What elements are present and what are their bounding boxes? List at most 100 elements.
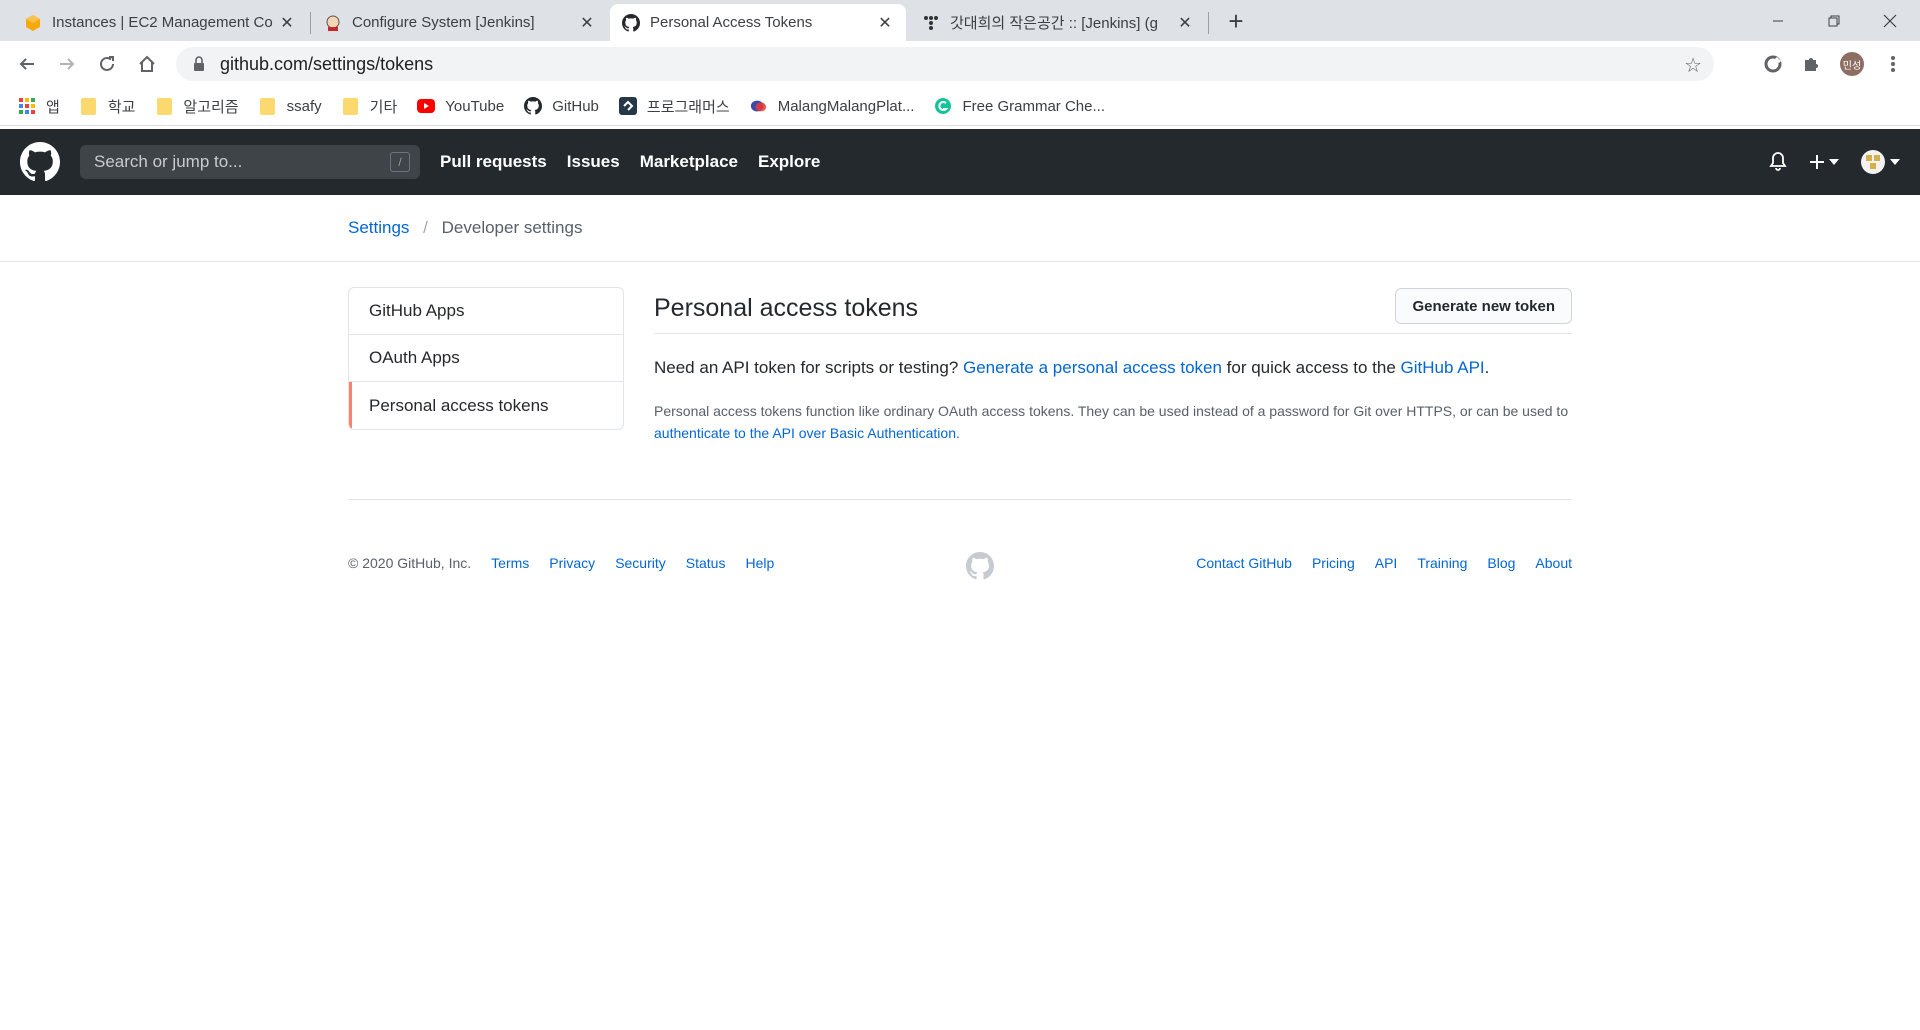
bookmark-malang[interactable]: MalangMalangPlat... — [750, 97, 914, 115]
bookmark-folder[interactable]: 기타 — [342, 96, 397, 117]
tab-title: Instances | EC2 Management Co — [52, 14, 273, 31]
bookmark-label: 프로그래머스 — [646, 98, 730, 116]
bookmark-github[interactable]: GitHub — [524, 97, 599, 115]
footer-link-help[interactable]: Help — [745, 555, 774, 571]
forward-icon[interactable] — [52, 49, 82, 79]
search-input[interactable]: Search or jump to... / — [80, 145, 420, 179]
browser-tab[interactable]: 갓대희의 작은공간 :: [Jenkins] (g ✕ — [910, 4, 1206, 41]
footer-link-api[interactable]: API — [1375, 555, 1398, 571]
restore-icon[interactable] — [1806, 0, 1862, 41]
menu-item-github-apps[interactable]: GitHub Apps — [349, 288, 623, 335]
bookmark-folder[interactable]: ssafy — [259, 97, 322, 115]
note-text: Personal access tokens function like ord… — [654, 403, 1569, 419]
minimize-icon[interactable] — [1750, 0, 1806, 41]
bookmark-star-icon[interactable]: ☆ — [1684, 53, 1702, 78]
github-api-link[interactable]: GitHub API — [1401, 358, 1485, 377]
menu-dots-icon[interactable] — [1880, 51, 1906, 77]
tab-title: Configure System [Jenkins] — [352, 14, 535, 31]
search-placeholder: Search or jump to... — [94, 152, 243, 171]
intro-text: . — [1484, 358, 1490, 377]
browser-tab-active[interactable]: Personal Access Tokens ✕ — [610, 4, 906, 41]
profile-avatar[interactable]: 민성 — [1840, 52, 1864, 76]
footer-link-training[interactable]: Training — [1417, 555, 1467, 571]
footer-link-terms[interactable]: Terms — [491, 555, 529, 571]
github-header: Search or jump to... / Pull requests Iss… — [0, 129, 1920, 195]
nav-pull-requests[interactable]: Pull requests — [440, 152, 547, 172]
tokens-note: Personal access tokens function like ord… — [654, 400, 1572, 444]
puzzle-icon[interactable] — [1798, 51, 1824, 77]
bookmark-youtube[interactable]: YouTube — [417, 97, 504, 115]
footer-left: © 2020 GitHub, Inc. Terms Privacy Securi… — [348, 555, 774, 571]
home-icon[interactable] — [132, 49, 162, 79]
github-mark-icon[interactable] — [966, 552, 994, 580]
back-icon[interactable] — [12, 49, 42, 79]
github-icon — [622, 13, 640, 32]
close-icon[interactable]: ✕ — [578, 14, 596, 32]
footer-link-privacy[interactable]: Privacy — [549, 555, 595, 571]
url-text[interactable]: github.com/settings/tokens — [220, 54, 433, 75]
breadcrumb-bar: Settings / Developer settings — [0, 195, 1920, 262]
chevron-down-icon — [1890, 159, 1900, 165]
footer-link-security[interactable]: Security — [615, 555, 666, 571]
basic-auth-link[interactable]: authenticate to the API over Basic Authe… — [654, 425, 956, 441]
bookmark-label: ssafy — [286, 97, 322, 115]
new-tab-button[interactable]: + — [1222, 8, 1250, 36]
page-title: Personal access tokens — [654, 294, 919, 322]
folder-icon — [155, 97, 173, 115]
bookmark-programmers[interactable]: 프로그래머스 — [618, 96, 730, 117]
footer-link-blog[interactable]: Blog — [1487, 555, 1515, 571]
bookmark-label: Free Grammar Che... — [962, 97, 1105, 115]
generate-token-link[interactable]: Generate a personal access token — [963, 358, 1222, 377]
malang-icon — [750, 97, 768, 115]
nav-marketplace[interactable]: Marketplace — [640, 152, 738, 172]
bookmark-folder[interactable]: 학교 — [80, 96, 135, 117]
menu-item-oauth-apps[interactable]: OAuth Apps — [349, 335, 623, 382]
footer-link-status[interactable]: Status — [686, 555, 726, 571]
header-actions — [1769, 129, 1900, 195]
github-icon — [524, 97, 543, 115]
search-shortcut-key: / — [390, 152, 410, 172]
close-window-icon[interactable] — [1862, 0, 1918, 41]
footer: © 2020 GitHub, Inc. Terms Privacy Securi… — [348, 499, 1572, 589]
breadcrumb-settings-link[interactable]: Settings — [348, 218, 409, 237]
browser-tab[interactable]: Configure System [Jenkins] ✕ — [312, 4, 608, 41]
footer-link-contact[interactable]: Contact GitHub — [1196, 555, 1292, 571]
chevron-down-icon — [1829, 159, 1839, 165]
footer-link-about[interactable]: About — [1535, 555, 1572, 571]
avatar — [1861, 150, 1885, 174]
reload-icon[interactable] — [92, 49, 122, 79]
breadcrumb-separator: / — [423, 218, 428, 237]
grammar-icon — [934, 97, 952, 115]
tab-title: 갓대희의 작은공간 :: [Jenkins] (g — [950, 15, 1158, 32]
developer-settings-menu: GitHub Apps OAuth Apps Personal access t… — [348, 287, 624, 430]
breadcrumb-current: Developer settings — [441, 218, 583, 237]
breadcrumb: Settings / Developer settings — [348, 218, 582, 238]
tab-separator — [1208, 12, 1209, 34]
nav-explore[interactable]: Explore — [758, 152, 820, 172]
copyright: © 2020 GitHub, Inc. — [348, 555, 472, 571]
bookmark-folder[interactable]: 알고리즘 — [155, 96, 239, 117]
folder-icon — [80, 97, 98, 115]
browser-tab[interactable]: Instances | EC2 Management Co ✕ — [12, 4, 308, 41]
close-icon[interactable]: ✕ — [1176, 14, 1194, 32]
aws-icon — [24, 14, 42, 32]
bookmark-apps[interactable]: 앱 — [18, 96, 60, 117]
user-avatar-menu[interactable] — [1861, 150, 1900, 174]
bookmark-label: 앱 — [46, 98, 60, 116]
bell-icon[interactable] — [1769, 152, 1787, 172]
lock-icon[interactable] — [192, 56, 206, 72]
programmers-icon — [618, 97, 637, 115]
main-content: Personal access tokens Generate new toke… — [654, 286, 1572, 444]
footer-link-pricing[interactable]: Pricing — [1312, 555, 1355, 571]
menu-item-personal-access-tokens[interactable]: Personal access tokens — [349, 382, 623, 429]
nav-issues[interactable]: Issues — [567, 152, 620, 172]
github-logo-icon[interactable] — [20, 142, 60, 182]
extension-icon[interactable] — [1760, 51, 1786, 77]
close-icon[interactable]: ✕ — [876, 14, 894, 32]
tab-title: Personal Access Tokens — [650, 14, 813, 31]
generate-new-token-button[interactable]: Generate new token — [1395, 288, 1572, 324]
create-new-icon[interactable] — [1809, 154, 1839, 170]
bookmark-grammar[interactable]: Free Grammar Che... — [934, 97, 1105, 115]
address-bar[interactable]: github.com/settings/tokens ☆ — [176, 47, 1714, 81]
close-icon[interactable]: ✕ — [278, 14, 296, 32]
